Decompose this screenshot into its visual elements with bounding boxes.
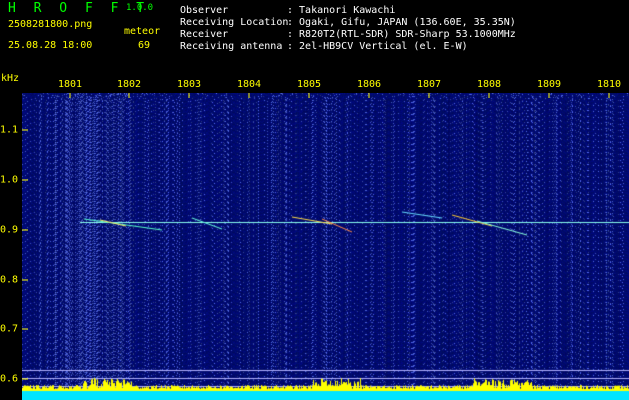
time-label-1805: 1805 bbox=[296, 79, 322, 90]
time-label-1804: 1804 bbox=[236, 79, 262, 90]
receiver-label: Receiver bbox=[180, 29, 229, 40]
antenna-value: : 2el-HB9CV Vertical (el. E-W) bbox=[287, 41, 468, 52]
freq-label-0-9: 0.9 bbox=[0, 224, 19, 236]
time-label-1806: 1806 bbox=[356, 79, 382, 90]
app-version: 1.0.0 bbox=[126, 3, 154, 13]
freq-label-0-8: 0.8 bbox=[0, 274, 19, 286]
time-label-1807: 1807 bbox=[416, 79, 442, 90]
time-label-1802: 1802 bbox=[116, 79, 142, 90]
filename-label: 25082818​00.png bbox=[8, 19, 93, 30]
spectrogram bbox=[22, 93, 629, 400]
observer-label: Observer bbox=[180, 5, 229, 16]
time-label-1803: 1803 bbox=[176, 79, 202, 90]
freq-label-1-0: 1.0 bbox=[0, 174, 19, 186]
freq-label-1-1: 1.1 bbox=[0, 124, 19, 136]
header-panel: H R O F F T 1.0.0 25082818​00.png meteor… bbox=[0, 0, 629, 75]
antenna-label: Receiving antenna bbox=[180, 41, 283, 52]
timestamp-label: 25.08.28 18:00 bbox=[8, 40, 93, 51]
freq-label-0-7: 0.7 bbox=[0, 323, 19, 335]
location-label: Receiving Location bbox=[180, 17, 289, 28]
count-label: 69 bbox=[138, 40, 151, 51]
time-label-1801: 1801 bbox=[57, 79, 83, 90]
time-label-1809: 1809 bbox=[536, 79, 562, 90]
freq-label-0-6: 0.6 bbox=[0, 373, 19, 385]
observer-value: : Takanori Kawachi bbox=[287, 5, 396, 16]
frequency-unit-label: kHz bbox=[1, 73, 20, 84]
location-value: : Ogaki, Gifu, JAPAN (136.60E, 35.35N) bbox=[287, 17, 516, 28]
time-label-1808: 1808 bbox=[476, 79, 502, 90]
detection-type-label: meteor bbox=[124, 26, 161, 37]
receiver-value: : R820T2(RTL-SDR) SDR-Sharp 53.1000MHz bbox=[287, 29, 516, 40]
time-label-1810: 1810 bbox=[596, 79, 622, 90]
